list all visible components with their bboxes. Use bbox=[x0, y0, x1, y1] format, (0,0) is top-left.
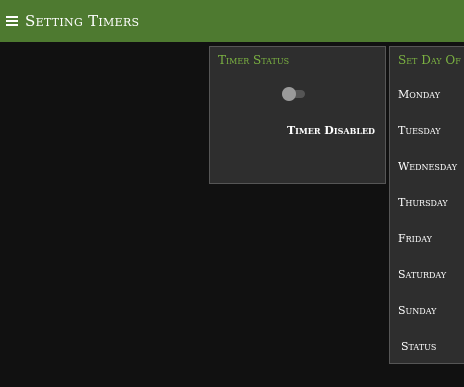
hamburger-menu-icon[interactable] bbox=[6, 16, 18, 26]
toggle-knob[interactable] bbox=[282, 87, 296, 101]
timer-status-title: Timer Status bbox=[218, 53, 290, 67]
day-item-wednesday[interactable]: Wednesday bbox=[398, 160, 457, 173]
day-item-tuesday[interactable]: Tuesday bbox=[398, 124, 441, 137]
timer-enable-toggle[interactable] bbox=[282, 87, 305, 101]
day-item-thursday[interactable]: Thursday bbox=[398, 196, 448, 209]
day-of-week-title: Set Day Of Week bbox=[398, 53, 464, 67]
timer-status-text: Timer Disabled bbox=[286, 124, 375, 137]
day-item-monday[interactable]: Monday bbox=[398, 88, 440, 101]
day-item-friday[interactable]: Friday bbox=[398, 232, 432, 245]
timer-status-panel: Timer Status Timer Disabled bbox=[209, 46, 386, 184]
day-item-saturday[interactable]: Saturday bbox=[398, 268, 446, 281]
day-item-sunday[interactable]: Sunday bbox=[398, 304, 436, 317]
day-status-label: Status bbox=[401, 340, 437, 353]
page-title: Setting Timers bbox=[25, 12, 140, 30]
day-of-week-panel: Set Day Of Week Monday Tuesday Wednesday… bbox=[389, 46, 464, 364]
top-app-bar: Setting Timers bbox=[0, 0, 464, 42]
